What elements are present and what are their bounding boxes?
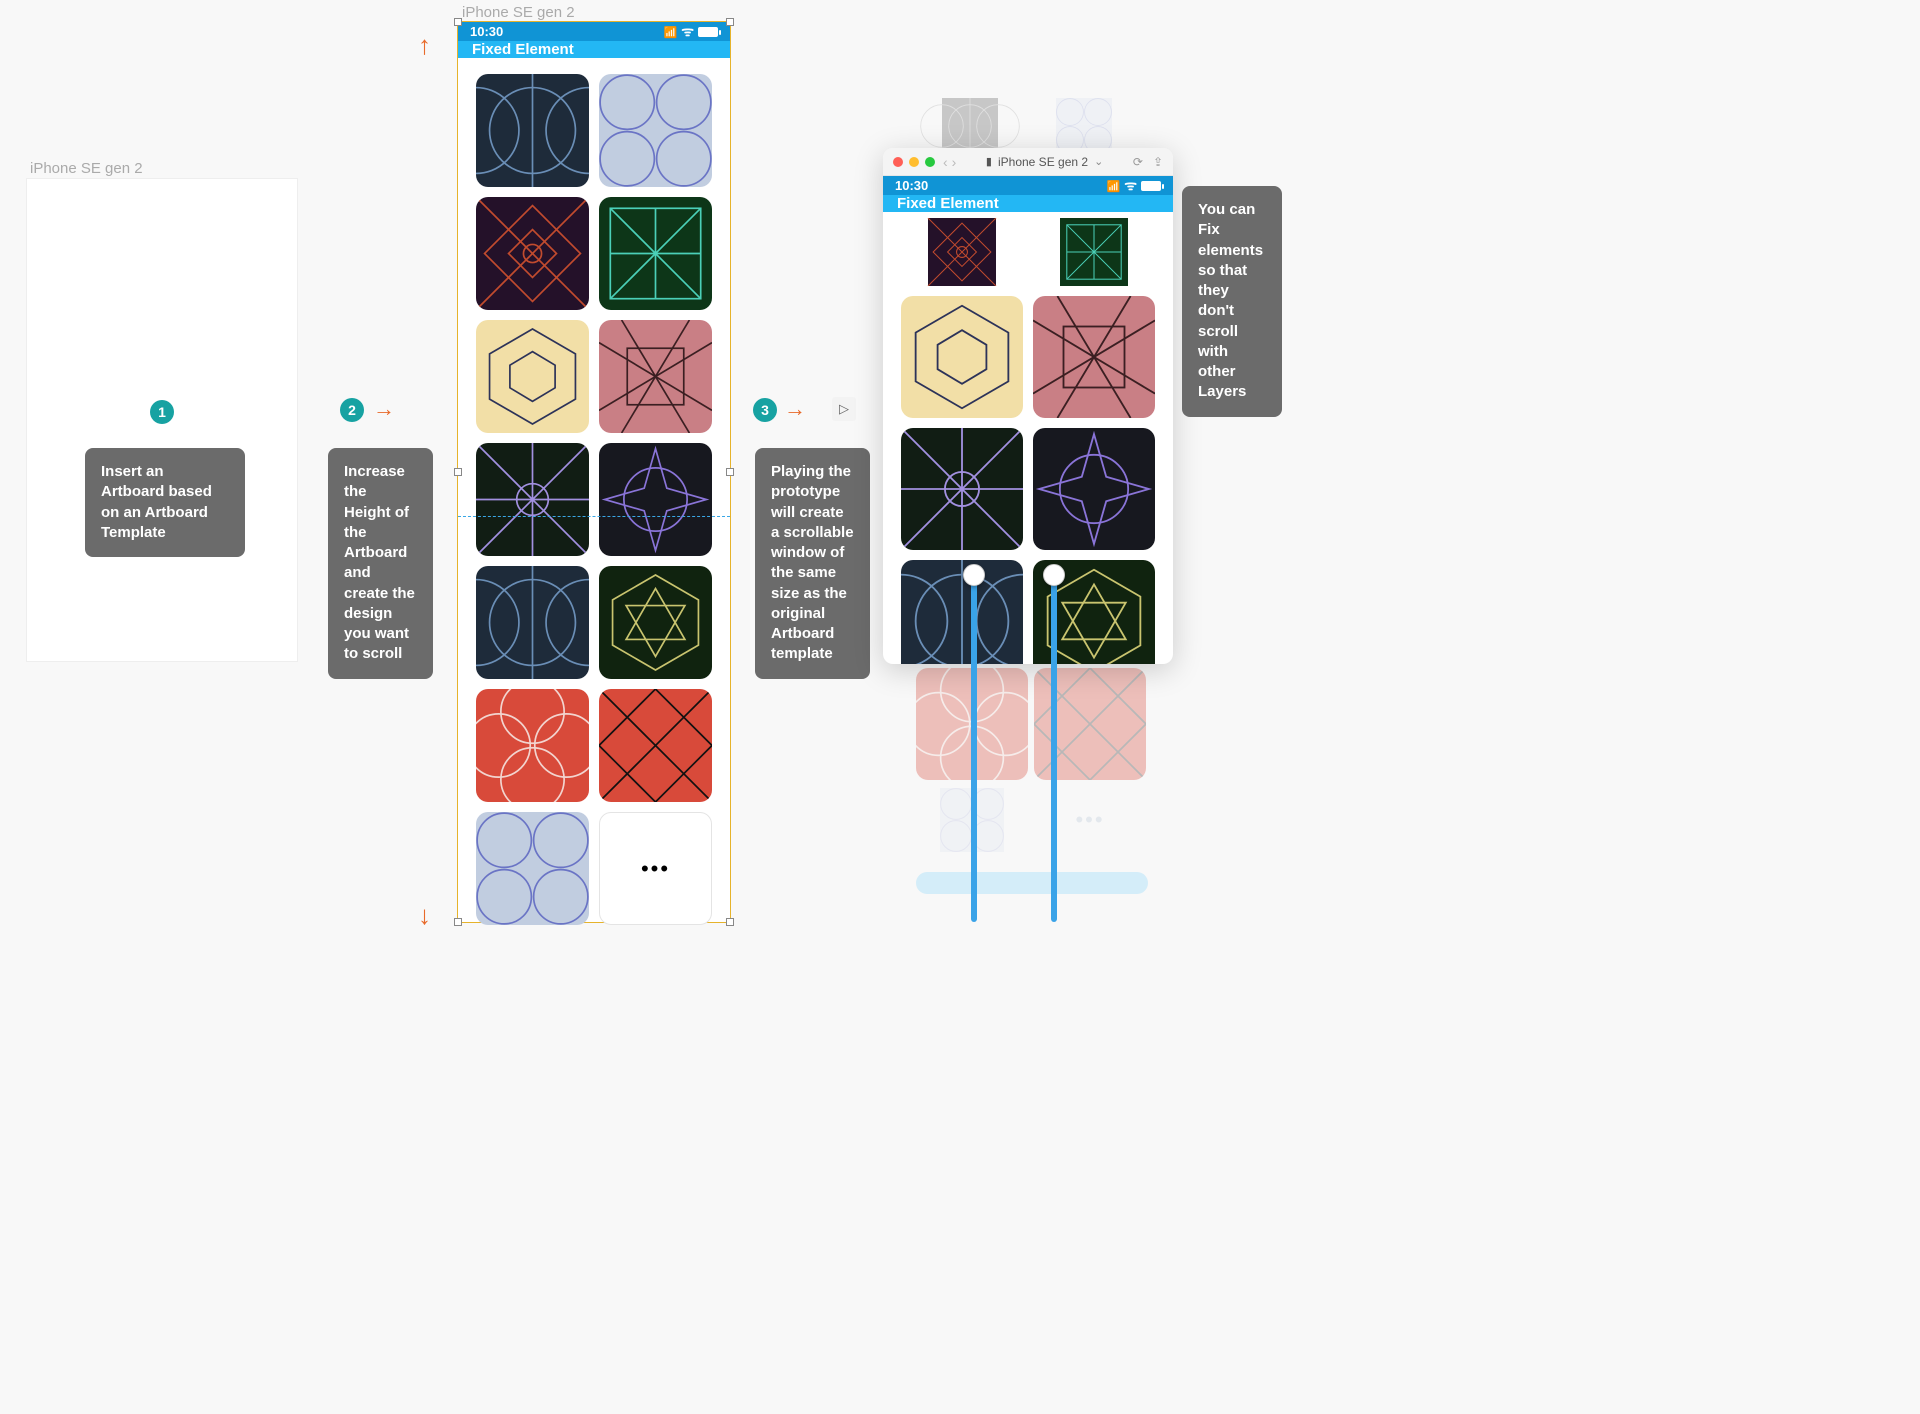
battery-icon [698, 27, 718, 37]
tile[interactable] [1033, 428, 1155, 550]
minimize-icon[interactable] [909, 157, 919, 167]
device-picker[interactable]: ▮ iPhone SE gen 2 ⌄ [964, 155, 1125, 169]
refresh-icon[interactable]: ⟳ [1133, 155, 1143, 169]
resize-handle-bl[interactable] [454, 918, 462, 926]
tile[interactable] [901, 428, 1023, 550]
artboard2-label: iPhone SE gen 2 [462, 4, 575, 21]
nav-forward-icon[interactable]: › [952, 154, 957, 170]
tile[interactable] [476, 689, 589, 802]
touch-indicator [963, 564, 985, 586]
tile[interactable] [1033, 296, 1155, 418]
resize-handle-ml[interactable] [454, 468, 462, 476]
preview-viewport[interactable]: 10:30 Fixed Element [883, 176, 1173, 664]
phone-icon: ▮ [986, 155, 992, 168]
tile[interactable] [599, 566, 712, 679]
fixed-header: Fixed Element [883, 195, 1173, 212]
play-icon: ▷ [839, 401, 849, 417]
more-tile[interactable]: ••• [599, 812, 712, 925]
tile[interactable] [901, 218, 1023, 286]
status-bar: 10:30 [883, 176, 1173, 195]
resize-handle-mr[interactable] [726, 468, 734, 476]
tile[interactable] [476, 566, 589, 679]
tip-2: Increase the Height of the Artboard and … [328, 448, 433, 679]
touch-indicator [1043, 564, 1065, 586]
tile-grid: ••• [458, 58, 730, 931]
signal-icon [664, 24, 678, 39]
resize-handle-tr[interactable] [726, 18, 734, 26]
status-time: 10:30 [895, 178, 928, 193]
tile[interactable] [901, 560, 1023, 664]
zoom-icon[interactable] [925, 157, 935, 167]
ghost-tile [1030, 98, 1138, 154]
traffic-lights[interactable] [893, 157, 935, 167]
step-badge-3: 3 [753, 398, 777, 422]
tip-3: Playing the prototype will create a scro… [755, 448, 870, 679]
tile[interactable] [476, 197, 589, 310]
resize-handle-tl[interactable] [454, 18, 462, 26]
tip-1: Insert an Artboard based on an Artboard … [85, 448, 245, 557]
tile[interactable] [599, 74, 712, 187]
arrow-down-icon: ↓ [418, 900, 431, 931]
artboard-tall[interactable]: 10:30 Fixed Element [458, 22, 730, 922]
status-bar: 10:30 [458, 22, 730, 41]
resize-handle-br[interactable] [726, 918, 734, 926]
tile[interactable] [1033, 218, 1155, 286]
battery-icon [1141, 181, 1161, 191]
device-name: iPhone SE gen 2 [998, 155, 1088, 169]
artboard1-label: iPhone SE gen 2 [30, 160, 143, 177]
arrow-up-icon: ↑ [418, 30, 431, 61]
arrow-right-icon: → [784, 396, 806, 422]
scroll-trail [1051, 582, 1057, 922]
tile[interactable] [599, 443, 712, 556]
step-badge-2: 2 [340, 398, 364, 422]
tip-4: You can Fix elements so that they don't … [1182, 186, 1282, 417]
ghost-pill [916, 872, 1148, 894]
tile[interactable] [901, 296, 1023, 418]
signal-icon [1107, 178, 1121, 193]
tile[interactable] [476, 320, 589, 433]
nav-back-icon[interactable]: ‹ [943, 154, 948, 170]
step-badge-1: 1 [150, 400, 174, 424]
tile[interactable] [476, 812, 589, 925]
preview-tile-grid[interactable] [883, 212, 1173, 664]
play-button[interactable]: ▷ [832, 397, 856, 421]
close-icon[interactable] [893, 157, 903, 167]
viewport-fold-line [458, 516, 730, 517]
scroll-trail [971, 582, 977, 922]
tile[interactable] [476, 74, 589, 187]
status-time: 10:30 [470, 24, 503, 39]
tile[interactable] [599, 320, 712, 433]
tile[interactable] [476, 443, 589, 556]
wifi-icon [681, 22, 694, 41]
share-icon[interactable]: ⇪ [1153, 155, 1163, 169]
fixed-header: Fixed Element [458, 41, 730, 58]
wifi-icon [1124, 176, 1137, 195]
chevron-updown-icon: ⌄ [1094, 155, 1103, 168]
tile[interactable] [599, 197, 712, 310]
window-titlebar[interactable]: ‹ › ▮ iPhone SE gen 2 ⌄ ⟳ ⇪ [883, 148, 1173, 176]
arrow-right-icon: → [373, 396, 395, 422]
prototype-preview-window[interactable]: ‹ › ▮ iPhone SE gen 2 ⌄ ⟳ ⇪ 10:30 Fixed … [883, 148, 1173, 664]
tile[interactable] [599, 689, 712, 802]
ghost-tile [916, 98, 1024, 154]
